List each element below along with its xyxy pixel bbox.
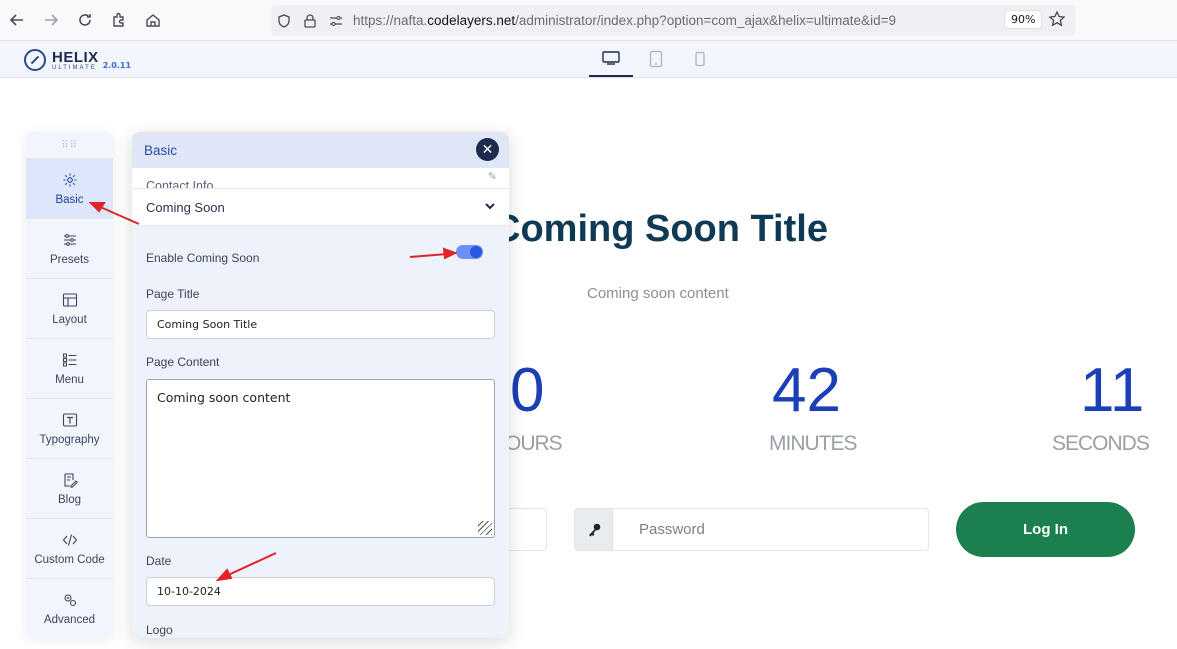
sidebar-label-presets: Presets: [50, 253, 89, 266]
section-contact-info-label: Contact Info: [146, 179, 214, 189]
countdown-minutes-label: MINUTES: [769, 432, 857, 455]
sidebar-label-blog: Blog: [57, 493, 82, 506]
sidebar-label-menu: Menu: [55, 373, 84, 386]
sidebar-item-typography[interactable]: Typography: [26, 399, 113, 459]
advanced-icon: [63, 594, 76, 607]
puzzle-icon: [113, 12, 124, 27]
date-input[interactable]: [146, 577, 495, 606]
coming-soon-title: Coming Soon Title: [493, 208, 828, 250]
page-title-input[interactable]: [146, 310, 495, 339]
sliders-icon: [63, 233, 76, 246]
arrow-left-icon: [9, 14, 23, 26]
version-label: 2.0.11: [102, 60, 132, 70]
basic-settings-panel: Basic ✕ Contact Info ✎ Coming Soon Enabl…: [132, 132, 509, 638]
mobile-view-button[interactable]: [678, 41, 722, 77]
section-coming-soon-label: Coming Soon: [146, 199, 225, 215]
bookmark-star-icon[interactable]: [1048, 10, 1066, 32]
logo-label: Logo: [146, 623, 173, 637]
tablet-icon: [649, 50, 663, 68]
page-content-textarea[interactable]: Coming soon content: [146, 379, 495, 538]
sidebar-label-typography: Typography: [39, 433, 100, 446]
sidebar-label-basic: Basic: [55, 193, 84, 206]
countdown-seconds-label: SECONDS: [1052, 432, 1150, 455]
sidebar-item-basic[interactable]: Basic: [26, 159, 113, 219]
settings-sidebar: ⠿⠿ Basic Presets Layout Menu Typography …: [26, 132, 113, 638]
lock-icon[interactable]: [297, 5, 323, 36]
enable-coming-soon-toggle[interactable]: [456, 245, 483, 259]
arrow-right-icon: [45, 14, 59, 26]
sidebar-label-custom-code: Custom Code: [34, 553, 105, 566]
logo-sub: ULTIMATE: [52, 64, 97, 71]
reload-icon: [79, 14, 91, 26]
reload-button[interactable]: [68, 3, 102, 37]
logo-brand: HELIX: [52, 48, 99, 66]
helix-logo: HELIX ULTIMATE 2.0.11: [24, 49, 131, 71]
drag-handle[interactable]: ⠿⠿: [26, 132, 113, 159]
extensions-button[interactable]: [102, 3, 136, 37]
sidebar-item-presets[interactable]: Presets: [26, 219, 113, 279]
layout-icon: [62, 292, 77, 307]
section-contact-info[interactable]: Contact Info ✎: [132, 168, 509, 189]
permissions-icon[interactable]: [323, 5, 349, 36]
desktop-view-button[interactable]: [589, 41, 633, 77]
login-button[interactable]: Log In: [956, 502, 1135, 557]
countdown-seconds: 11: [1080, 356, 1145, 425]
password-field[interactable]: [574, 508, 929, 551]
menu-icon: [62, 353, 76, 366]
gear-icon: [63, 173, 76, 186]
url-bar[interactable]: https://nafta.codelayers.net/administrat…: [271, 5, 1075, 36]
tablet-view-button[interactable]: [634, 41, 678, 77]
browser-toolbar: https://nafta.codelayers.net/administrat…: [0, 0, 1177, 41]
typography-icon: [62, 412, 77, 427]
blog-icon: [63, 472, 78, 488]
shield-icon[interactable]: [271, 5, 297, 36]
close-icon: ✕: [481, 141, 494, 157]
zoom-level[interactable]: 90%: [1004, 10, 1043, 29]
key-icon: [575, 509, 613, 550]
coming-soon-content: Coming soon content: [587, 285, 729, 302]
date-label: Date: [146, 554, 172, 568]
panel-title: Basic: [132, 132, 509, 168]
enable-coming-soon-label: Enable Coming Soon: [146, 251, 260, 265]
section-coming-soon[interactable]: Coming Soon: [132, 189, 509, 226]
countdown-minutes: 42: [772, 356, 841, 425]
sidebar-item-custom-code[interactable]: Custom Code: [26, 519, 113, 579]
mobile-icon: [695, 51, 705, 67]
countdown-hours-label: OURS: [505, 432, 563, 455]
sidebar-item-advanced[interactable]: Advanced: [26, 579, 113, 638]
chevron-down-icon: [485, 203, 495, 210]
code-icon: [62, 533, 77, 546]
helix-logo-icon: [24, 49, 46, 71]
pencil-icon: ✎: [487, 171, 497, 183]
forward-button[interactable]: [34, 3, 68, 37]
home-button[interactable]: [136, 3, 170, 37]
close-panel-button[interactable]: ✕: [476, 138, 499, 161]
home-icon: [146, 14, 160, 27]
sidebar-label-advanced: Advanced: [43, 614, 96, 626]
sidebar-item-menu[interactable]: Menu: [26, 339, 113, 399]
helix-header: HELIX ULTIMATE 2.0.11: [0, 41, 1177, 78]
resize-handle[interactable]: [478, 521, 492, 535]
panel-title-text: Basic: [144, 142, 178, 158]
desktop-icon: [602, 51, 620, 65]
url-text: https://nafta.codelayers.net/administrat…: [353, 13, 896, 28]
countdown-hours: 0: [510, 356, 545, 425]
back-button[interactable]: [0, 3, 34, 37]
page-content-label: Page Content: [146, 355, 220, 369]
page-title-label: Page Title: [146, 287, 200, 301]
password-input[interactable]: [613, 509, 928, 550]
sidebar-label-layout: Layout: [52, 313, 87, 326]
sidebar-item-layout[interactable]: Layout: [26, 279, 113, 339]
sidebar-item-blog[interactable]: Blog: [26, 459, 113, 519]
